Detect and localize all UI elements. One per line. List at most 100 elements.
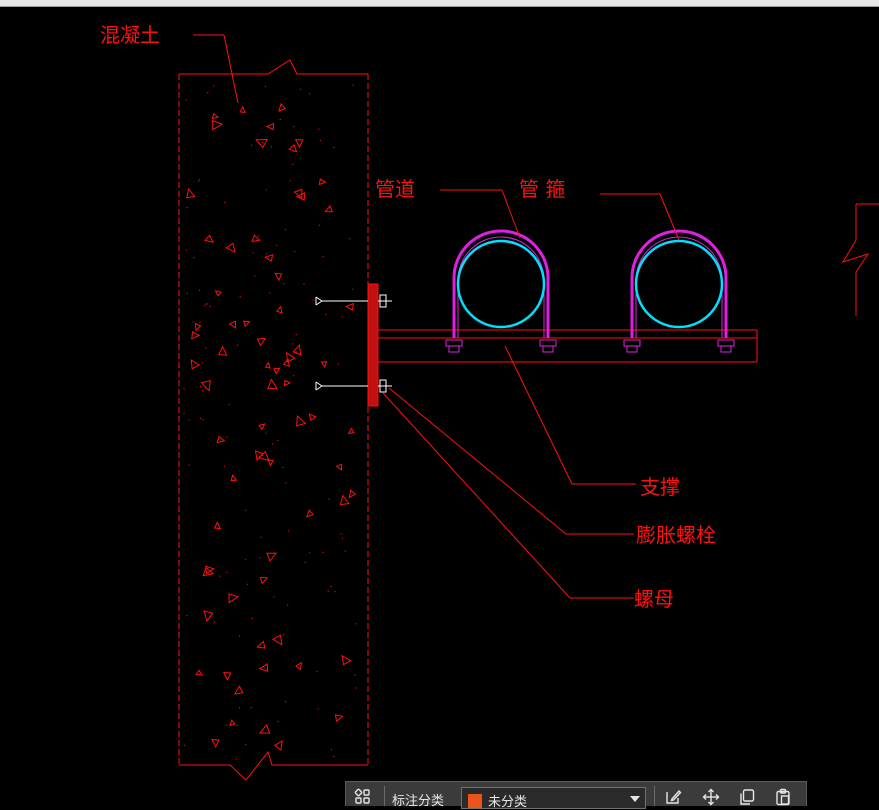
aggregate-dot [223, 465, 225, 467]
aggregate-dot [239, 635, 241, 637]
aggregate-dot [224, 202, 226, 204]
aggregate-mark [264, 254, 274, 263]
aggregate-dot [245, 744, 247, 746]
cad-drawing: 混凝土 管道 管 箍 支撑 膨胀螺栓 螺母 [100, 23, 879, 781]
aggregate-dot [213, 621, 215, 623]
aggregate-dot [271, 443, 273, 445]
aggregate-mark [288, 143, 298, 153]
aggregate-mark [204, 234, 215, 243]
aggregate-dot [239, 296, 241, 298]
aggregate-dot [263, 667, 265, 669]
aggregate-dot [289, 180, 291, 182]
edit-icon[interactable] [664, 788, 682, 806]
aggregate-dot [262, 454, 264, 457]
aggregate-mark [256, 337, 267, 347]
wall-plate [367, 283, 379, 407]
aggregate-mark [225, 242, 236, 254]
aggregate-dot [236, 724, 238, 727]
aggregate-dot [308, 93, 310, 95]
aggregate-mark [274, 272, 283, 282]
aggregate-mark [212, 119, 224, 131]
chevron-down-icon [630, 796, 640, 802]
aggregate-dot [202, 419, 204, 421]
aggregate-mark [341, 654, 352, 666]
annotation-toolbar: 标注分类 未分类 [345, 781, 807, 809]
aggregate-dot [207, 92, 209, 94]
move-icon[interactable] [702, 788, 720, 806]
aggregate-dot [219, 575, 221, 577]
aggregate-dot [199, 289, 201, 291]
aggregate-dot [341, 316, 343, 318]
copy-icon[interactable] [738, 788, 756, 806]
aggregate-dot [199, 417, 202, 420]
aggregate-mark [282, 358, 291, 368]
concrete-texture [183, 84, 357, 760]
aggregate-dot [275, 244, 278, 246]
pipe-clamp-left [445, 229, 557, 353]
aggregate-mark [335, 463, 343, 471]
aggregate-dot [279, 119, 281, 121]
aggregate-dot [299, 88, 302, 90]
aggregate-dot [277, 720, 279, 723]
aggregate-dot [188, 464, 190, 466]
aggregate-dot [185, 249, 187, 251]
label-nut: 螺母 [634, 587, 674, 611]
aggregate-dot [265, 85, 267, 88]
right-edge-fragment [841, 203, 879, 316]
aggregate-mark [203, 610, 214, 623]
label-pipe-clamp: 管 箍 [519, 177, 565, 201]
aggregate-dot [185, 99, 188, 101]
aggregate-mark [255, 138, 269, 149]
aggregate-dot [333, 146, 335, 149]
aggregate-dot [186, 292, 188, 294]
paste-icon[interactable] [774, 788, 792, 806]
aggregate-dot [354, 674, 356, 676]
label-pipe: 管道 [375, 177, 415, 201]
support-channel [378, 329, 758, 363]
aggregate-mark [259, 576, 269, 585]
aggregate-dot [327, 590, 329, 592]
aggregate-dot [355, 687, 357, 689]
aggregate-dot [292, 163, 294, 166]
aggregate-mark [264, 361, 271, 369]
aggregate-mark [222, 671, 232, 682]
aggregate-dot [201, 362, 203, 364]
aggregate-dot [209, 305, 211, 308]
aggregate-dot [188, 419, 190, 421]
aggregate-mark [308, 413, 317, 422]
aggregate-dot [250, 707, 252, 709]
aggregate-dot [330, 748, 333, 751]
aggregate-mark [194, 322, 202, 332]
aggregate-mark [218, 345, 228, 356]
aggregate-mark [233, 685, 244, 695]
aggregate-dot [316, 670, 318, 672]
aggregate-dot [259, 557, 261, 559]
aggregate-dot [235, 758, 237, 760]
aggregate-dot [283, 283, 285, 285]
aggregate-dot [312, 299, 314, 301]
aggregate-mark [213, 521, 222, 530]
aggregate-dot [287, 530, 289, 532]
aggregate-dot [317, 708, 319, 710]
cad-viewport[interactable]: 混凝土 管道 管 箍 支撑 膨胀螺栓 螺母 标注分类 未分类 [0, 0, 879, 809]
aggregate-mark [214, 290, 223, 297]
aggregate-dot [325, 314, 327, 316]
aggregate-mark [334, 714, 344, 723]
aggregate-mark [228, 320, 237, 330]
aggregate-mark [294, 138, 304, 149]
aggregate-dot [284, 701, 287, 703]
aggregate-dot [258, 235, 260, 237]
aggregate-dot [237, 344, 239, 346]
aggregate-mark [256, 640, 266, 649]
aggregate-mark [296, 415, 307, 427]
aggregate-dot [318, 128, 320, 130]
aggregate-mark [271, 634, 283, 646]
aggregate-mark [230, 473, 238, 482]
aggregate-mark [191, 331, 201, 340]
aggregate-dot [285, 482, 287, 484]
aggregate-dot [292, 343, 294, 345]
aggregate-mark [306, 509, 314, 518]
aggregate-dot [294, 251, 296, 253]
four-squares-icon[interactable] [354, 788, 372, 806]
aggregate-dot [183, 388, 185, 390]
